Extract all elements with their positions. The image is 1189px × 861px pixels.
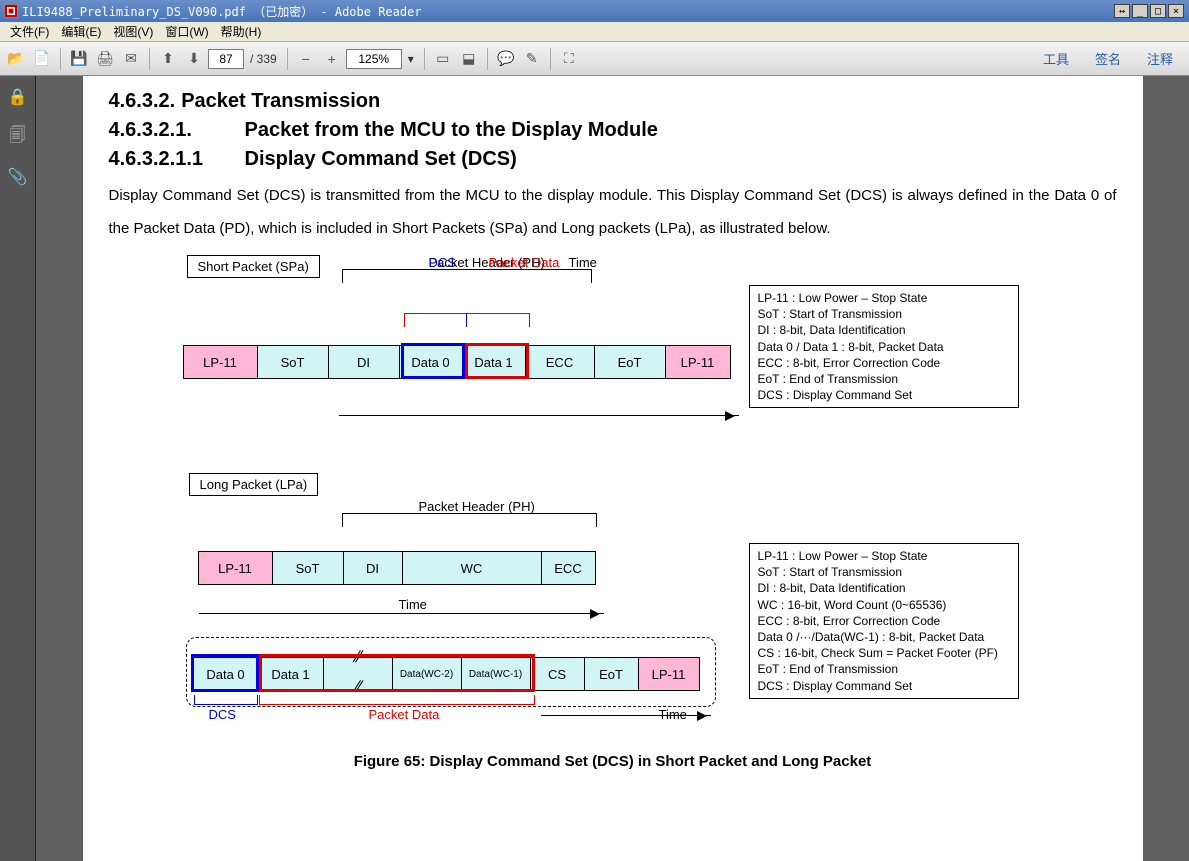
pd-label: Packet Data <box>489 255 560 270</box>
zoom-in-icon[interactable]: + <box>320 47 344 71</box>
create-icon[interactable]: 📄 <box>30 47 54 71</box>
heading-3: 4.6.3.2.1.1Display Command Set (DCS) <box>109 148 1117 171</box>
minimize-button[interactable]: _ <box>1132 4 1148 18</box>
paragraph: Display Command Set (DCS) is transmitted… <box>109 179 1117 245</box>
menu-bar: 文件(F) 编辑(E) 视图(V) 窗口(W) 帮助(H) <box>0 22 1189 42</box>
page-input[interactable] <box>208 49 244 69</box>
maximize-button[interactable]: □ <box>1150 4 1166 18</box>
page-total: / 339 <box>250 52 277 66</box>
lpa-label: Long Packet (LPa) <box>189 473 319 496</box>
menu-edit[interactable]: 编辑(E) <box>55 21 107 42</box>
comment-icon[interactable]: 💬 <box>494 47 518 71</box>
fullscreen-icon[interactable]: ⛶ <box>557 47 581 71</box>
lock-icon[interactable]: 🔒 <box>7 86 29 108</box>
menu-help[interactable]: 帮助(H) <box>215 21 268 42</box>
menu-view[interactable]: 视图(V) <box>107 21 159 42</box>
restore-icon[interactable]: ↔ <box>1114 4 1130 18</box>
pages-icon[interactable]: 🗐 <box>7 126 29 148</box>
lpa-row1: LP-11 SoT DI WC ECC <box>199 551 596 585</box>
pdf-icon <box>4 4 18 18</box>
title-bar: ILI9488_Preliminary_DS_V090.pdf （已加密） - … <box>0 0 1189 22</box>
legend-spa: LP-11 : Low Power – Stop StateSoT : Star… <box>749 285 1019 408</box>
save-icon[interactable]: 💾 <box>67 47 91 71</box>
dcs-label: DCS <box>429 255 456 270</box>
lpa-row2: Data 0 Data 1 Data(WC-2) Data(WC-1) CS E… <box>194 657 700 691</box>
ph2-label: Packet Header (PH) <box>419 499 535 514</box>
pdf-page: 4.6.3.2.Packet Transmission 4.6.3.2.1.Pa… <box>83 76 1143 861</box>
attachments-icon[interactable]: 📎 <box>7 166 29 188</box>
spa-row: LP-11 SoT DI Data 0 Data 1 ECC EoT LP-11 <box>184 345 731 379</box>
tools-link[interactable]: 工具 <box>1043 49 1069 68</box>
open-icon[interactable]: 📂 <box>4 47 28 71</box>
window-title: ILI9488_Preliminary_DS_V090.pdf （已加密） - … <box>22 3 422 20</box>
zoom-input[interactable] <box>346 49 402 69</box>
heading-1: 4.6.3.2.Packet Transmission <box>109 90 1117 113</box>
toolbar: 📂 📄 💾 🖨 ✉ ⬆ ⬇ / 339 − + ▾ ▭ ⬓ 💬 ✎ ⛶ 工具 签… <box>0 42 1189 76</box>
spa-label: Short Packet (SPa) <box>187 255 320 278</box>
arrow-icon <box>339 415 739 416</box>
heading-2: 4.6.3.2.1.Packet from the MCU to the Dis… <box>109 119 1117 142</box>
document-view[interactable]: 4.6.3.2.Packet Transmission 4.6.3.2.1.Pa… <box>36 76 1189 861</box>
figure-caption: Figure 65: Display Command Set (DCS) in … <box>109 753 1117 770</box>
page-down-icon[interactable]: ⬇ <box>182 47 206 71</box>
page-up-icon[interactable]: ⬆ <box>156 47 180 71</box>
close-button[interactable]: × <box>1168 4 1184 18</box>
menu-window[interactable]: 窗口(W) <box>159 21 214 42</box>
time-label: Time <box>569 255 597 270</box>
zoom-out-icon[interactable]: − <box>294 47 318 71</box>
figure-diagram: Short Packet (SPa) Packet Header (PH) DC… <box>109 255 1117 775</box>
sign-link[interactable]: 签名 <box>1095 49 1121 68</box>
tool2-icon[interactable]: ⬓ <box>457 47 481 71</box>
menu-file[interactable]: 文件(F) <box>4 21 55 42</box>
highlight-icon[interactable]: ✎ <box>520 47 544 71</box>
zoom-dropdown-icon[interactable]: ▾ <box>408 52 414 66</box>
tool1-icon[interactable]: ▭ <box>431 47 455 71</box>
comments-link[interactable]: 注释 <box>1147 49 1173 68</box>
email-icon[interactable]: ✉ <box>119 47 143 71</box>
side-panel: 🔒 🗐 📎 <box>0 76 36 861</box>
legend-lpa: LP-11 : Low Power – Stop StateSoT : Star… <box>749 543 1019 699</box>
print-icon[interactable]: 🖨 <box>93 47 117 71</box>
